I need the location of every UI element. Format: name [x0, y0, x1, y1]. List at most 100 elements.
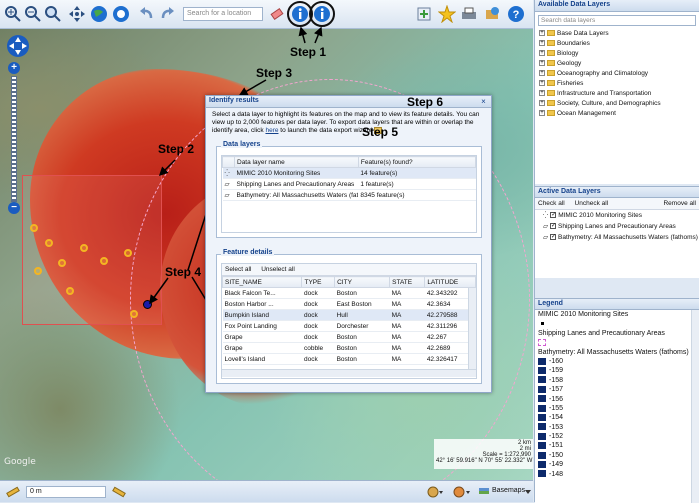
layer-checkbox[interactable]: ✓ — [550, 212, 556, 219]
layer-search-input[interactable]: Search data layers — [538, 15, 696, 26]
basemaps-icon[interactable] — [478, 485, 490, 497]
tree-item[interactable]: + Ocean Management — [535, 109, 699, 119]
tree-item[interactable]: + Oceanography and Climatology — [535, 69, 699, 79]
expand-icon[interactable]: + — [539, 50, 545, 57]
selected-site-marker[interactable] — [143, 300, 152, 309]
chevron-down-icon[interactable] — [525, 490, 531, 494]
legend-title: Legend — [535, 298, 699, 310]
full-extent-icon[interactable] — [112, 5, 130, 23]
map-zoom-out-button[interactable]: − — [8, 202, 20, 214]
depth-color-swatch — [538, 404, 546, 412]
expand-icon[interactable]: + — [539, 110, 545, 117]
measure-icon[interactable] — [5, 484, 21, 500]
cell: dock — [301, 287, 335, 299]
tree-item[interactable]: + Society, Culture, and Demographics — [535, 99, 699, 109]
zoom-out-icon[interactable] — [24, 5, 42, 23]
unselect-all-button[interactable]: Unselect all — [261, 266, 295, 273]
data-layer-row[interactable]: ▱ Bathymetry: All Massachusetts Waters (… — [222, 189, 476, 201]
feature-row[interactable]: Grape dock Boston MA 42.267 — [222, 331, 476, 343]
expand-icon[interactable]: + — [539, 70, 545, 77]
expand-icon[interactable]: + — [539, 90, 545, 97]
tree-item[interactable]: + Base Data Layers — [535, 29, 699, 39]
col-type[interactable]: TYPE — [301, 276, 336, 288]
add-layer-icon[interactable] — [415, 5, 433, 23]
monitoring-site-marker[interactable] — [58, 259, 66, 267]
overlay-options-icon[interactable] — [452, 485, 472, 499]
monitoring-site-marker[interactable] — [66, 287, 74, 295]
legend-scrollbar[interactable] — [691, 310, 699, 503]
col-features-found[interactable]: Feature(s) found? — [357, 156, 476, 168]
monitoring-site-marker[interactable] — [45, 239, 53, 247]
tree-item[interactable]: + Infrastructure and Transportation — [535, 89, 699, 99]
col-site-name[interactable]: SITE_NAME — [222, 276, 303, 288]
cell: MA — [389, 298, 425, 310]
help-icon[interactable]: ? — [507, 5, 525, 23]
zoom-box-icon[interactable] — [44, 5, 62, 23]
tree-item[interactable]: + Boundaries — [535, 39, 699, 49]
layer-checkbox[interactable]: ✓ — [550, 234, 556, 241]
export-wizard-link[interactable]: here — [265, 127, 278, 134]
zoom-slider[interactable] — [11, 76, 17, 202]
col-data-layer-name[interactable]: Data layer name — [234, 156, 359, 168]
measure-clear-icon[interactable] — [111, 484, 127, 500]
redo-icon[interactable] — [159, 5, 177, 23]
measure-value-input[interactable]: 0 m — [26, 486, 106, 498]
dialog-close-button[interactable]: × — [479, 97, 488, 106]
expand-icon[interactable]: + — [539, 60, 545, 67]
expand-icon[interactable]: + — [539, 40, 545, 47]
monitoring-site-marker[interactable] — [80, 244, 88, 252]
layer-checkbox[interactable]: ✓ — [550, 223, 556, 230]
select-all-button[interactable]: Select all — [225, 266, 251, 273]
expand-icon[interactable]: + — [539, 100, 545, 107]
tree-item[interactable]: + Geology — [535, 59, 699, 69]
data-layer-row[interactable]: ▱ Shipping Lanes and Precautionary Areas… — [222, 178, 476, 190]
settings-gear-icon[interactable] — [426, 485, 444, 499]
basemaps-button[interactable]: Basemaps — [492, 487, 525, 494]
tree-label: Geology — [557, 60, 582, 67]
tree-label: Biology — [557, 50, 579, 57]
pan-icon[interactable] — [68, 5, 86, 23]
depth-color-swatch — [538, 357, 546, 365]
uncheck-all-button[interactable]: Uncheck all — [575, 200, 609, 207]
active-layer-item[interactable]: ▱ ✓ Bathymetry: All Massachusetts Waters (… — [535, 232, 699, 243]
col-latitude[interactable]: LATITUDE — [424, 276, 476, 288]
active-layer-item[interactable]: ⁛ ✓ MIMIC 2010 Monitoring Sites — [535, 210, 699, 221]
monitoring-site-marker[interactable] — [130, 310, 138, 318]
monitoring-site-marker[interactable] — [100, 257, 108, 265]
feature-row[interactable]: Grape cobble Boston MA 42.2689 — [222, 342, 476, 354]
print-icon[interactable] — [460, 5, 478, 23]
feature-row[interactable]: Boston Harbor ... dock East Boston MA 42.363… — [222, 298, 476, 310]
monitoring-site-marker[interactable] — [30, 224, 38, 232]
undo-icon[interactable] — [137, 5, 155, 23]
feature-row[interactable]: Fox Point Landing dock Dorchester MA 42.3112… — [222, 320, 476, 332]
expand-icon[interactable]: + — [539, 30, 545, 37]
feature-table-vscroll[interactable] — [468, 288, 476, 369]
monitoring-site-marker[interactable] — [34, 267, 42, 275]
check-all-button[interactable]: Check all — [538, 200, 565, 207]
tree-item[interactable]: + Fisheries — [535, 79, 699, 89]
erase-icon[interactable] — [268, 5, 286, 23]
map-zoom-in-button[interactable]: + — [8, 62, 20, 74]
expand-icon[interactable]: + — [539, 80, 545, 87]
zoom-control: + − — [5, 34, 29, 216]
identify-results-dialog[interactable]: Identify results × Select a data layer t… — [205, 95, 492, 393]
data-layer-row[interactable]: ⁛ MIMIC 2010 Monitoring Sites 14 feature… — [222, 167, 476, 179]
cell: Boston — [334, 287, 390, 299]
share-icon[interactable] — [483, 5, 501, 23]
active-layer-item[interactable]: ▱ ✓ Shipping Lanes and Precautionary Areas — [535, 221, 699, 232]
monitoring-site-marker[interactable] — [124, 249, 132, 257]
pan-control-icon[interactable] — [6, 34, 30, 58]
feature-table-hscroll[interactable] — [222, 369, 476, 377]
bookmark-icon[interactable] — [438, 5, 456, 23]
globe-icon[interactable] — [90, 5, 108, 23]
feature-row[interactable]: Bumpkin Island dock Hull MA 42.279588 — [222, 309, 476, 321]
remove-all-button[interactable]: Remove all — [663, 200, 696, 207]
layer-found: 8345 feature(s) — [358, 189, 476, 201]
tree-item[interactable]: + Biology — [535, 49, 699, 59]
feature-row[interactable]: Lovell's Island dock Boston MA 42.326417 — [222, 353, 476, 365]
col-city[interactable]: CITY — [334, 276, 391, 288]
location-search-input[interactable]: Search for a location — [183, 7, 263, 21]
col-state[interactable]: STATE — [389, 276, 426, 288]
zoom-in-icon[interactable] — [4, 5, 22, 23]
feature-row[interactable]: Black Falcon Te... dock Boston MA 42.343292 — [222, 287, 476, 299]
